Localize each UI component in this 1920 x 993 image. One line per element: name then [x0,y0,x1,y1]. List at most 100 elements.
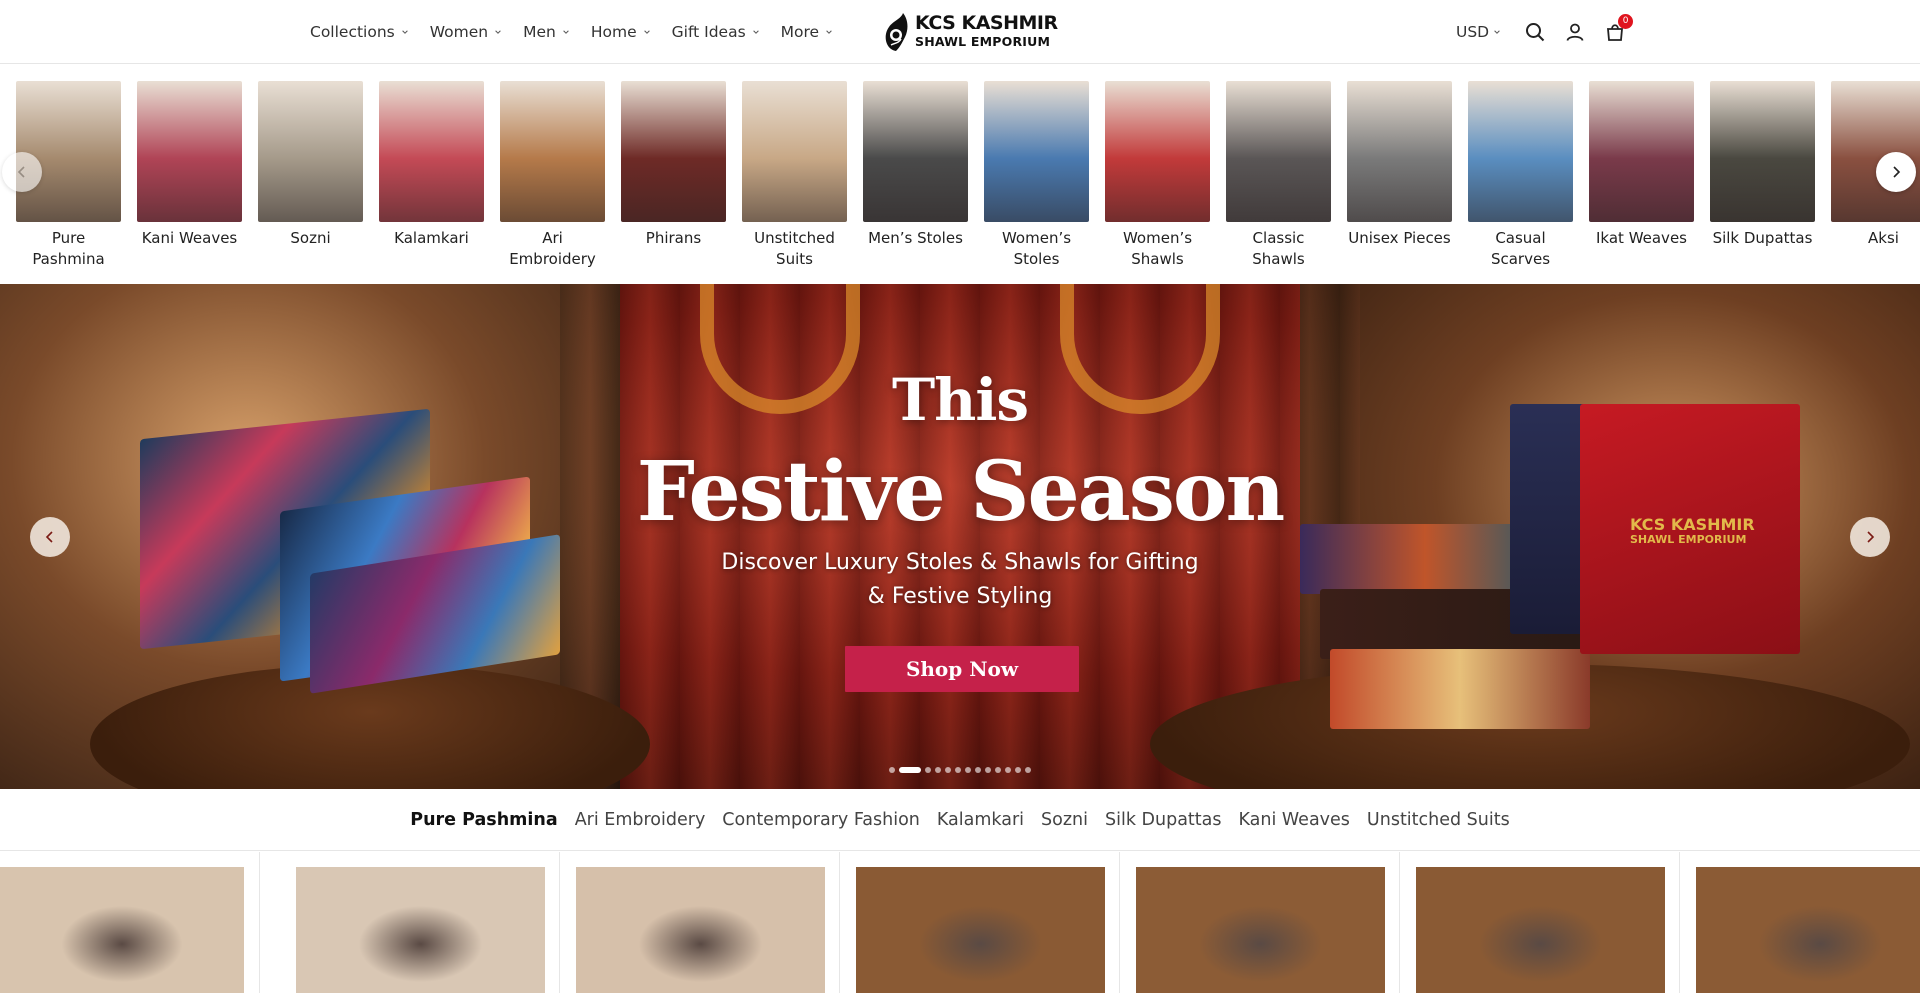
hero-copy: This Festive Season Discover Luxury Stol… [0,284,1920,789]
slide-dot[interactable] [985,767,991,773]
product-card[interactable] [1400,852,1680,993]
category-label: Silk Dupattas [1712,229,1813,247]
category-thumbnail [863,81,968,222]
slide-dot[interactable] [1005,767,1011,773]
product-card[interactable] [280,852,560,993]
category-label: Ikat Weaves [1596,229,1687,247]
product-card[interactable] [560,852,840,993]
category-item[interactable]: Unstitched Suits [742,81,847,270]
product-image [0,867,244,993]
tab-kani-weaves[interactable]: Kani Weaves [1239,810,1350,830]
chevron-right-icon [1893,166,1901,178]
account-button[interactable] [1563,20,1587,44]
tab-kalamkari[interactable]: Kalamkari [937,810,1024,830]
category-item[interactable]: Classic Shawls [1226,81,1331,270]
product-image [856,867,1105,993]
paisley-logo-icon [885,13,908,51]
category-label: Ari Embroidery [509,229,596,268]
nav-men[interactable]: Men [523,23,570,41]
category-item[interactable]: Women’s Shawls [1105,81,1210,270]
hero-subheading-line1: Discover Luxury Stoles & Shawls for Gift… [721,550,1199,575]
category-label: Women’s Shawls [1122,229,1193,268]
product-image [1136,867,1385,993]
slide-indicators [0,767,1920,773]
nav-home[interactable]: Home [591,23,651,41]
nav-label: Home [590,22,637,41]
tab-sozni[interactable]: Sozni [1041,810,1088,830]
shop-now-button[interactable]: Shop Now [845,646,1079,692]
category-label: Unstitched Suits [754,229,835,268]
slide-dot[interactable] [995,767,1001,773]
category-item[interactable]: Sozni [258,81,363,270]
hero-prev-button[interactable] [30,517,70,557]
collection-tabs: Pure Pashmina Ari Embroidery Contemporar… [0,789,1920,851]
hero-next-button[interactable] [1850,517,1890,557]
hero-heading-line2: Festive Season [636,444,1285,540]
nav-label: Women [429,22,489,41]
category-label: Classic Shawls [1252,229,1305,268]
category-item[interactable]: Unisex Pieces [1347,81,1452,270]
product-card[interactable] [0,852,260,993]
tab-ari-embroidery[interactable]: Ari Embroidery [575,810,706,830]
hero-subheading-line2: & Festive Styling [867,584,1053,609]
product-card[interactable] [1680,852,1920,993]
category-thumbnail [1468,81,1573,222]
category-thumbnail [500,81,605,222]
category-prev-button[interactable] [2,152,42,192]
category-label: Kani Weaves [141,229,238,247]
category-item[interactable]: Silk Dupattas [1710,81,1815,270]
hero-subheading: Discover Luxury Stoles & Shawls for Gift… [0,546,1920,614]
hero-heading-line1: This [891,366,1029,434]
category-thumbnail [1105,81,1210,222]
slide-dot[interactable] [935,767,941,773]
category-label: Sozni [290,229,331,247]
slide-dot[interactable] [1015,767,1021,773]
cart-button[interactable]: 0 [1603,13,1634,44]
search-button[interactable] [1523,20,1547,44]
category-label: Kalamkari [394,229,469,247]
nav-collections[interactable]: Collections [310,23,409,41]
slide-dot[interactable] [1025,767,1031,773]
slide-dot[interactable] [965,767,971,773]
slide-dot[interactable] [955,767,961,773]
nav-gift-ideas[interactable]: Gift Ideas [672,23,760,41]
slide-dot[interactable] [899,767,921,773]
category-item[interactable]: Phirans [621,81,726,270]
category-item[interactable]: Ikat Weaves [1589,81,1694,270]
category-item[interactable]: Kalamkari [379,81,484,270]
category-item[interactable]: Men’s Stoles [863,81,968,270]
tab-pure-pashmina[interactable]: Pure Pashmina [410,810,557,830]
site-logo[interactable]: KCS KASHMIR SHAWL EMPORIUM [881,9,1058,53]
currency-label: USD [1456,22,1490,41]
category-next-button[interactable] [1876,152,1916,192]
tab-contemporary-fashion[interactable]: Contemporary Fashion [722,810,920,830]
tab-unstitched-suits[interactable]: Unstitched Suits [1367,810,1510,830]
nav-label: Collections [310,22,395,41]
currency-selector[interactable]: USD [1456,23,1501,41]
category-item[interactable]: Ari Embroidery [500,81,605,270]
category-item[interactable]: Casual Scarves [1468,81,1573,270]
product-image [1696,867,1920,993]
user-icon [1566,23,1584,41]
nav-more[interactable]: More [781,23,833,41]
category-thumbnail [379,81,484,222]
product-card[interactable] [840,852,1120,993]
product-image [1416,867,1665,993]
slide-dot[interactable] [975,767,981,773]
chevron-down-icon [563,29,569,34]
category-item[interactable]: Women’s Stoles [984,81,1089,270]
chevron-down-icon [401,29,408,34]
category-label: Phirans [645,229,702,247]
slide-dot[interactable] [925,767,931,773]
nav-label: More [780,22,820,41]
chevron-left-icon [17,166,25,178]
chevron-down-icon [495,29,501,34]
product-card[interactable] [1120,852,1400,993]
category-item[interactable]: Kani Weaves [137,81,242,270]
nav-women[interactable]: Women [430,23,502,41]
slide-dot[interactable] [945,767,951,773]
chevron-right-icon [1867,531,1875,543]
slide-dot[interactable] [889,767,895,773]
tab-silk-dupattas[interactable]: Silk Dupattas [1105,810,1222,830]
category-label: Women’s Stoles [1001,229,1072,268]
